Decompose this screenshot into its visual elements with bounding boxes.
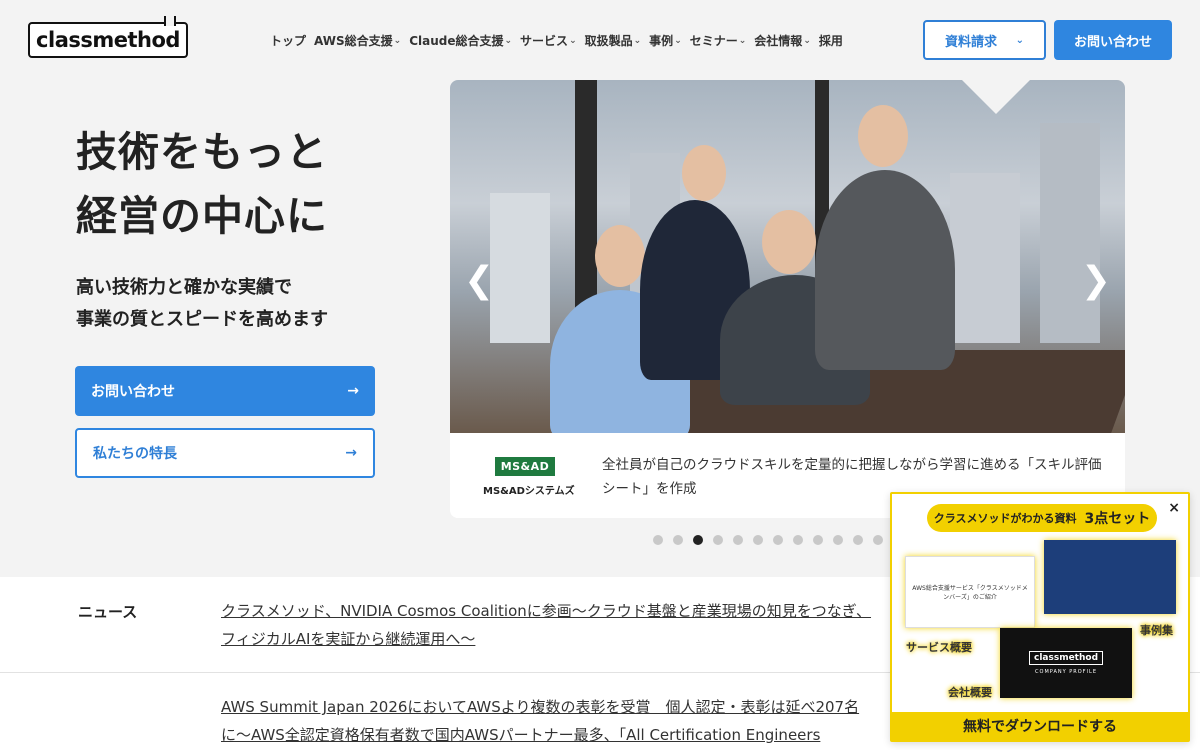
slider-dot[interactable] [873, 535, 883, 545]
nav-item-label: サービス [520, 34, 569, 48]
nav-item[interactable]: 事例 ⌄ [649, 32, 682, 49]
docs-request-label: 資料請求 [945, 34, 998, 50]
nav-item[interactable]: 会社情報 ⌄ [754, 32, 811, 49]
classmethod-logo[interactable]: classmethod [28, 16, 188, 58]
slider-dot[interactable] [773, 535, 783, 545]
service-overview-label: サービス概要 [906, 641, 972, 654]
building [490, 193, 550, 343]
slider-next-icon[interactable]: ❯ [1081, 260, 1111, 301]
hero-contact-label: お問い合わせ [91, 384, 175, 400]
slider-dot[interactable] [813, 535, 823, 545]
nav-item-label: 事例 [649, 34, 674, 48]
company-doc-logo: classmethod [1028, 651, 1104, 665]
person-head [682, 145, 726, 201]
nav-item-label: AWS総合支援 [314, 34, 393, 48]
nav-item[interactable]: AWS総合支援 ⌄ [314, 32, 401, 49]
features-button[interactable]: 私たちの特長 → [75, 428, 375, 478]
arrow-right-icon: → [347, 383, 359, 399]
slider-prev-icon[interactable]: ❮ [464, 260, 494, 301]
chevron-down-icon: ⌄ [504, 35, 513, 46]
nav-item-label: 会社情報 [754, 34, 803, 48]
company-profile-doc: classmethod COMPANY PROFILE [1000, 628, 1132, 698]
slider-dot[interactable] [713, 535, 723, 545]
person-head [858, 105, 908, 167]
site-header: classmethod トップ AWS総合支援 ⌄ Claude総合支援 ⌄ サービス ⌄ 取… [0, 0, 1200, 80]
company-doc-sub: COMPANY PROFILE [1035, 669, 1097, 675]
company-overview-label: 会社概要 [948, 686, 992, 699]
slider-dot[interactable] [853, 535, 863, 545]
nav-item-label: 採用 [818, 34, 843, 48]
arrow-right-icon: → [345, 445, 357, 461]
nav-item[interactable]: セミナー ⌄ [690, 32, 747, 49]
download-popup[interactable]: × クラスメソッドがわかる資料 3点セット AWS総合支援サービス「クラスメソッ… [890, 492, 1190, 742]
case-study-slide[interactable]: ❮ ❯ MS&AD MS&ADシステムズ 全社員が自己のクラウドスキルを定量的に… [450, 80, 1125, 518]
slider-dot[interactable] [693, 535, 703, 545]
popup-badge-text: クラスメソッドがわかる資料 [933, 512, 1077, 525]
news-link[interactable]: AWS Summit Japan 2026においてAWSより複数の表彰を受賞 個… [221, 693, 881, 749]
news-link[interactable]: クラスメソッド、NVIDIA Cosmos Coalitionに参画〜クラウド基… [221, 597, 881, 653]
person [815, 170, 955, 370]
hero-subtitle: 高い技術力と確かな実績で 事業の質とスピードを高めます [76, 272, 328, 336]
hero-title-line1: 技術をもっと [76, 128, 328, 176]
chevron-down-icon: ⌄ [633, 35, 642, 46]
chevron-down-icon: ⌄ [738, 35, 747, 46]
slider-dots [653, 535, 883, 545]
case-study-photo: ❮ ❯ [450, 80, 1125, 433]
news-heading: ニュース [78, 603, 138, 621]
slider-dot[interactable] [733, 535, 743, 545]
person-head [595, 225, 645, 287]
logo-text: classmethod [36, 28, 180, 52]
chevron-down-icon: ⌄ [1015, 34, 1024, 46]
nav-item-label: Claude総合支援 [409, 34, 504, 48]
nav-item[interactable]: Claude総合支援 ⌄ [409, 32, 512, 49]
service-overview-doc: AWS総合支援サービス「クラスメソッドメンバーズ」のご紹介 [905, 556, 1035, 628]
hero-title: 技術をもっと 経営の中心に [76, 120, 328, 248]
client-logo: MS&AD MS&ADシステムズ [483, 455, 575, 497]
logo-notch [164, 16, 176, 26]
building [1040, 123, 1100, 343]
close-icon[interactable]: × [1168, 500, 1180, 516]
contact-button-header[interactable]: お問い合わせ [1054, 20, 1172, 60]
nav-item[interactable]: 取扱製品 ⌄ [585, 32, 642, 49]
hero-contact-button[interactable]: お問い合わせ → [75, 366, 375, 416]
docs-request-button[interactable]: 資料請求 ⌄ [923, 20, 1046, 60]
download-button[interactable]: 無料でダウンロードする [892, 712, 1188, 740]
slider-dot[interactable] [833, 535, 843, 545]
nav-item[interactable]: トップ [270, 32, 306, 49]
popup-badge: クラスメソッドがわかる資料 3点セット [927, 504, 1157, 532]
hero-sub-line1: 高い技術力と確かな実績で [76, 277, 292, 298]
client-logo-mark: MS&AD [494, 457, 556, 476]
chevron-down-icon: ⌄ [674, 35, 682, 46]
hero-title-line2: 経営の中心に [76, 192, 328, 240]
main-nav: トップ AWS総合支援 ⌄ Claude総合支援 ⌄ サービス ⌄ 取扱製品 ⌄ 事例 ⌄ セミナー ⌄… [270, 32, 851, 49]
nav-item[interactable]: サービス ⌄ [520, 32, 577, 49]
service-doc-text: AWS総合支援サービス「クラスメソッドメンバーズ」のご紹介 [912, 585, 1028, 601]
slider-dot[interactable] [653, 535, 663, 545]
hero-sub-line2: 事業の質とスピードを高めます [76, 309, 328, 330]
slider-dot[interactable] [753, 535, 763, 545]
features-label: 私たちの特長 [93, 446, 177, 462]
building [950, 173, 1020, 343]
nav-item-label: 取扱製品 [584, 34, 633, 48]
slider-notch [962, 80, 1030, 114]
popup-badge-emph: 3点セット [1084, 511, 1151, 527]
nav-item-label: セミナー [689, 34, 738, 48]
chevron-down-icon: ⌄ [393, 35, 402, 46]
nav-item-label: トップ [270, 34, 307, 48]
chevron-down-icon: ⌄ [569, 35, 577, 46]
nav-item[interactable]: 採用 [819, 32, 843, 49]
slider-dot[interactable] [673, 535, 683, 545]
slider-dot[interactable] [793, 535, 803, 545]
chevron-down-icon: ⌄ [803, 35, 811, 46]
case-studies-label: 事例集 [1140, 624, 1173, 637]
case-studies-doc [1044, 540, 1176, 614]
client-name: MS&ADシステムズ [483, 486, 575, 497]
person-head [762, 210, 816, 274]
